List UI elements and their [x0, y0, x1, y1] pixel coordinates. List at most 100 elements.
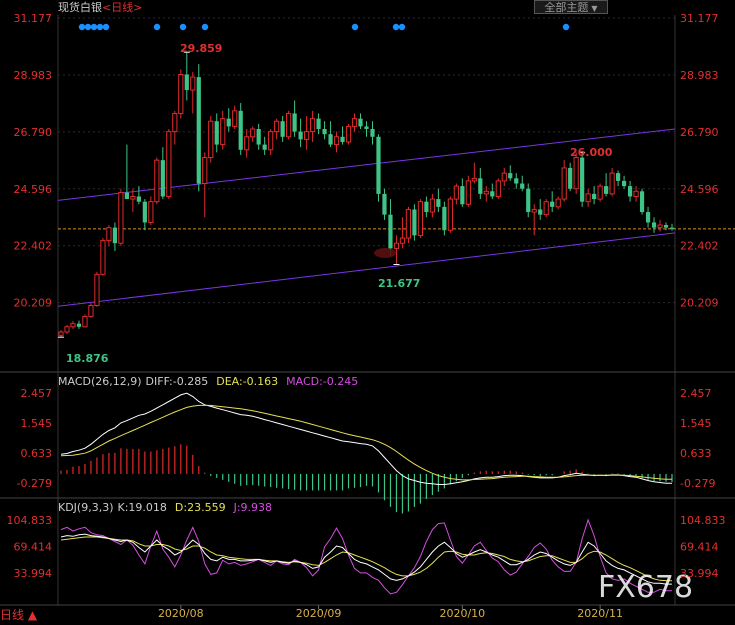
candle-body[interactable] [604, 186, 609, 194]
candle-body[interactable] [561, 167, 567, 200]
candle-body[interactable] [208, 120, 214, 159]
candle-body[interactable] [370, 129, 375, 137]
candle-body[interactable] [592, 193, 597, 200]
candle-body[interactable] [490, 191, 495, 197]
candle-body[interactable] [178, 74, 184, 114]
candle-body[interactable] [405, 208, 412, 239]
candle-body[interactable] [633, 190, 639, 197]
candle-body[interactable] [501, 172, 507, 182]
candle-body[interactable] [399, 237, 406, 244]
candle-body[interactable] [424, 201, 429, 213]
candle-body[interactable] [160, 160, 165, 197]
candle-body[interactable] [465, 180, 471, 205]
candle-body[interactable] [550, 201, 555, 207]
candle-body[interactable] [615, 173, 621, 181]
candle-body[interactable] [166, 131, 172, 197]
candle-body[interactable] [328, 134, 333, 145]
candle-body[interactable] [214, 121, 219, 145]
candle-body[interactable] [447, 198, 453, 231]
candle-body[interactable] [220, 118, 226, 146]
candle-body[interactable] [250, 128, 256, 138]
candle-body[interactable] [543, 201, 549, 216]
candle-body[interactable] [124, 192, 129, 200]
candle-body[interactable] [351, 118, 358, 127]
candle-body[interactable] [286, 112, 292, 138]
candle-body[interactable] [238, 110, 243, 150]
candle-body[interactable] [142, 201, 147, 223]
candle-body[interactable] [130, 195, 136, 200]
candle-body[interactable] [580, 157, 585, 202]
candle-body[interactable] [663, 225, 669, 228]
candle-body[interactable] [645, 212, 651, 223]
candle-body[interactable] [94, 273, 100, 306]
candle-body[interactable] [196, 77, 201, 184]
candle-body[interactable] [657, 224, 663, 229]
candle-body[interactable] [148, 201, 154, 223]
candle-body[interactable] [555, 198, 561, 208]
candle-body[interactable] [393, 242, 400, 249]
candle-body[interactable] [460, 186, 465, 205]
candle-body[interactable] [412, 209, 417, 236]
candle-body[interactable] [483, 190, 489, 195]
candle-body[interactable] [309, 118, 316, 133]
candle-body[interactable] [340, 136, 345, 142]
macd-panel[interactable] [60, 392, 673, 514]
candle-body[interactable] [526, 188, 531, 213]
candle-body[interactable] [376, 136, 381, 194]
candle-body[interactable] [471, 177, 477, 182]
candle-body[interactable] [382, 193, 387, 215]
candle-body[interactable] [417, 201, 424, 236]
candle-body[interactable] [669, 227, 675, 229]
candle-body[interactable] [154, 159, 160, 203]
candle-body[interactable] [274, 120, 280, 133]
candle-body[interactable] [88, 304, 94, 317]
candle-body[interactable] [106, 227, 112, 242]
candle-body[interactable] [585, 193, 591, 203]
candle-body[interactable] [292, 113, 297, 132]
candle-body[interactable] [442, 206, 447, 231]
candle-body[interactable] [256, 129, 261, 145]
candle-body[interactable] [453, 185, 459, 200]
candle-body[interactable] [609, 172, 615, 195]
kdj-panel[interactable] [60, 518, 673, 595]
candle-body[interactable] [70, 323, 76, 328]
candle-body[interactable] [429, 198, 435, 213]
candle-body[interactable] [226, 118, 231, 127]
candle-body[interactable] [262, 144, 267, 150]
candle-body[interactable] [531, 208, 537, 213]
candle-body[interactable] [64, 326, 70, 333]
candle-body[interactable] [202, 157, 208, 185]
candle-body[interactable] [172, 112, 178, 133]
candle-body[interactable] [76, 323, 82, 327]
candle-body[interactable] [508, 173, 513, 179]
candle-body[interactable] [316, 118, 321, 130]
candle-body[interactable] [573, 157, 579, 190]
candle-body[interactable] [478, 178, 483, 194]
candle-body[interactable] [244, 136, 250, 151]
theme-dropdown-button[interactable]: 全部主题 ▼ [534, 0, 608, 14]
candle-body[interactable] [568, 167, 573, 189]
period-selector[interactable]: 日线 ▲ [0, 606, 37, 623]
candle-body[interactable] [232, 110, 238, 127]
candle-body[interactable] [280, 121, 285, 137]
candle-body[interactable] [322, 129, 327, 135]
candle-body[interactable] [514, 178, 519, 184]
candle-body[interactable] [495, 180, 501, 197]
candle-body[interactable] [268, 131, 274, 151]
candle-body[interactable] [118, 192, 124, 244]
candle-body[interactable] [364, 126, 369, 130]
candle-body[interactable] [333, 136, 340, 146]
candle-body[interactable] [538, 209, 543, 215]
candle-body[interactable] [597, 185, 603, 200]
candle-body[interactable] [651, 222, 657, 228]
candle-body[interactable] [345, 125, 352, 143]
candle-body[interactable] [100, 240, 106, 275]
candle-body[interactable] [358, 118, 363, 127]
candle-body[interactable] [136, 196, 141, 202]
candle-body[interactable] [520, 183, 525, 189]
candle-body[interactable] [112, 227, 118, 244]
candle-body[interactable] [621, 180, 627, 187]
candle-body[interactable] [304, 131, 310, 140]
candle-body[interactable] [184, 74, 189, 91]
candle-body[interactable] [82, 315, 88, 328]
